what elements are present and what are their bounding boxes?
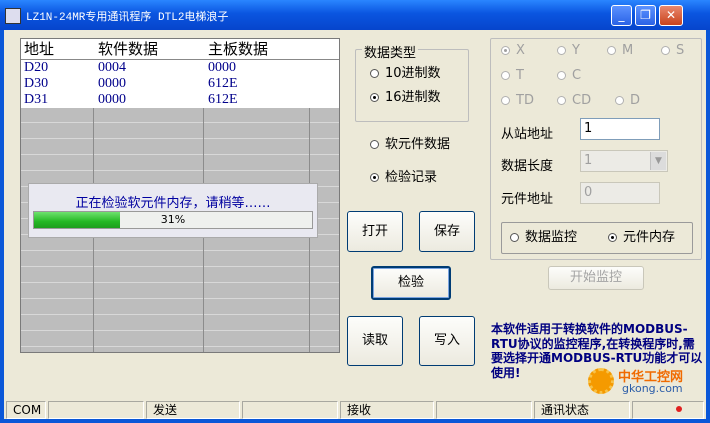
read-button[interactable]: 读取 xyxy=(347,316,403,366)
radio-dot-selected-icon xyxy=(608,233,617,242)
open-button[interactable]: 打开 xyxy=(347,211,403,252)
radio-device-data[interactable]: 软元件数据 xyxy=(370,137,450,153)
client-area: 地址 软件数据 主板数据 D20 0004 0000 D30 0000 612E… xyxy=(4,30,706,419)
status-empty xyxy=(436,401,532,419)
window-title: LZ1N-24MR专用通讯程序 DTL2电梯浪子 xyxy=(26,12,229,24)
slave-address-label: 从站地址 xyxy=(501,127,554,142)
status-indicator xyxy=(632,401,704,419)
radio-dot-icon xyxy=(370,69,379,78)
radio-dot-icon xyxy=(557,71,566,80)
radio-device-y[interactable]: Y xyxy=(557,43,580,59)
progress-message: 正在检验软元件内存，请稍等…… xyxy=(75,196,271,211)
cell-address: D31 xyxy=(24,92,49,107)
radio-hex[interactable]: 16进制数 xyxy=(370,90,441,106)
save-button[interactable]: 保存 xyxy=(419,211,475,252)
title-bar[interactable]: LZ1N-24MR专用通讯程序 DTL2电梯浪子 _ ❐ ✕ xyxy=(0,0,710,30)
radio-dot-icon xyxy=(501,71,510,80)
radio-dot-selected-icon xyxy=(501,46,510,55)
grid-header-board-data[interactable]: 主板数据 xyxy=(205,39,308,59)
cell-board-data: 0000 xyxy=(208,60,236,75)
radio-dot-icon xyxy=(661,46,670,55)
cell-board-data: 612E xyxy=(208,76,238,91)
status-comm-state: 通讯状态 xyxy=(534,401,630,419)
status-empty xyxy=(48,401,144,419)
gear-icon xyxy=(588,368,614,394)
maximize-button[interactable]: ❐ xyxy=(635,5,656,26)
monitor-mode-group: 数据监控 元件内存 xyxy=(501,222,693,254)
status-empty xyxy=(242,401,338,419)
grid-header-address[interactable]: 地址 xyxy=(21,39,94,59)
device-settings-panel: X Y M S T C TD CD D 从站地址 1 数据长度 1 ▼ 元件地址… xyxy=(490,38,702,260)
progress-bar: 31% xyxy=(33,211,313,229)
radio-dot-icon xyxy=(510,233,519,242)
radio-device-d[interactable]: D xyxy=(615,93,640,109)
cell-address: D30 xyxy=(24,76,49,91)
radio-element-memory[interactable]: 元件内存 xyxy=(608,230,675,246)
cell-software-data: 0004 xyxy=(98,60,126,75)
data-length-select[interactable]: 1 ▼ xyxy=(580,150,668,172)
write-button[interactable]: 写入 xyxy=(419,316,475,366)
grid-header: 地址 软件数据 主板数据 xyxy=(21,39,339,60)
start-monitor-button[interactable]: 开始监控 xyxy=(548,266,644,290)
radio-device-x[interactable]: X xyxy=(501,43,525,59)
radio-device-t[interactable]: T xyxy=(501,68,524,84)
data-type-group: 数据类型 10进制数 16进制数 xyxy=(355,42,469,122)
status-com: COM xyxy=(6,401,46,419)
radio-dot-selected-icon xyxy=(370,173,379,182)
grid-header-software-data[interactable]: 软件数据 xyxy=(95,39,203,59)
radio-device-s[interactable]: S xyxy=(661,43,684,59)
cell-board-data: 612E xyxy=(208,92,238,107)
radio-dot-icon xyxy=(607,46,616,55)
data-length-label: 数据长度 xyxy=(501,159,554,174)
cell-address: D20 xyxy=(24,60,49,75)
table-row[interactable]: D31 0000 612E xyxy=(21,92,339,108)
close-button[interactable]: ✕ xyxy=(659,5,683,26)
status-led-icon xyxy=(676,406,682,412)
element-address-input[interactable]: 0 xyxy=(580,182,660,204)
radio-dot-icon xyxy=(501,96,510,105)
radio-device-td[interactable]: TD xyxy=(501,93,534,109)
progress-panel: 正在检验软元件内存，请稍等…… 31% xyxy=(28,183,318,238)
radio-data-monitor[interactable]: 数据监控 xyxy=(510,230,577,246)
data-type-group-label: 数据类型 xyxy=(362,42,419,61)
minimize-button[interactable]: _ xyxy=(611,5,632,26)
status-bar: COM 发送 接收 通讯状态 xyxy=(4,399,706,419)
radio-dot-icon xyxy=(557,46,566,55)
cell-software-data: 0000 xyxy=(98,76,126,91)
status-receive: 接收 xyxy=(340,401,434,419)
slave-address-input[interactable]: 1 xyxy=(580,118,660,140)
status-send: 发送 xyxy=(146,401,240,419)
radio-decimal[interactable]: 10进制数 xyxy=(370,66,441,82)
app-icon[interactable] xyxy=(5,8,21,24)
cell-software-data: 0000 xyxy=(98,92,126,107)
progress-percent: 31% xyxy=(160,213,186,226)
table-row[interactable]: D20 0004 0000 xyxy=(21,60,339,76)
app-window: LZ1N-24MR专用通讯程序 DTL2电梯浪子 _ ❐ ✕ 地址 软件数据 主… xyxy=(0,0,710,423)
chevron-down-icon[interactable]: ▼ xyxy=(650,152,666,170)
watermark-url: gkong.com xyxy=(622,382,683,395)
radio-dot-icon xyxy=(615,96,624,105)
radio-verify-log[interactable]: 检验记录 xyxy=(370,170,437,186)
radio-device-m[interactable]: M xyxy=(607,43,633,59)
radio-device-cd[interactable]: CD xyxy=(557,93,591,109)
table-row[interactable]: D30 0000 612E xyxy=(21,76,339,92)
radio-device-c[interactable]: C xyxy=(557,68,581,84)
radio-dot-icon xyxy=(370,140,379,149)
element-address-label: 元件地址 xyxy=(501,192,554,207)
radio-dot-selected-icon xyxy=(370,93,379,102)
verify-button[interactable]: 检验 xyxy=(371,266,451,300)
radio-dot-icon xyxy=(557,96,566,105)
